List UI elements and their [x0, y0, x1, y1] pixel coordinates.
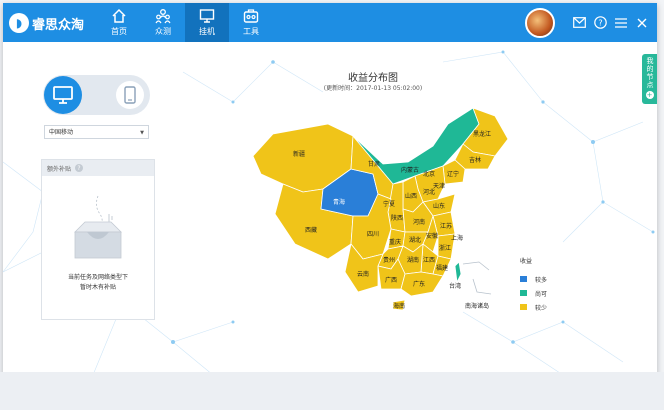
label-nanhai: 南海诸岛: [465, 302, 489, 310]
label-hebei: 河北: [423, 188, 435, 196]
label-hunan: 湖南: [407, 256, 419, 264]
legend-swatch-medium: [520, 290, 527, 296]
mobile-option[interactable]: [116, 81, 144, 109]
label-xinjiang: 新疆: [293, 150, 305, 158]
region-taiwan[interactable]: [454, 261, 462, 283]
label-neimenggu: 内蒙古: [401, 166, 419, 174]
window-shadow-area: [0, 372, 664, 410]
home-icon: [112, 8, 126, 23]
nav-item-home[interactable]: 首页: [97, 3, 141, 42]
label-ningxia: 宁夏: [383, 200, 395, 208]
label-yunnan: 云南: [357, 270, 369, 278]
label-heilongjiang: 黑龙江: [473, 130, 491, 138]
label-anhui: 安徽: [426, 232, 438, 240]
legend-item-medium: 尚可: [520, 286, 547, 300]
label-hainan: 海南: [393, 302, 405, 310]
map-update-time: (更新时间：2017-01-13 05:02:00): [323, 85, 423, 92]
carrier-select[interactable]: 中国移动 ▼: [44, 125, 149, 139]
label-hubei: 湖北: [409, 236, 421, 244]
label-guizhou: 贵州: [383, 256, 395, 264]
legend-label-medium: 尚可: [535, 290, 548, 298]
main-content: 中国移动 ▼ 额外补贴 ? 当前任务及网络类型下 暂时木有补贴 我的节点 + 收…: [3, 42, 657, 375]
bonus-panel-title: 额外补贴: [47, 165, 72, 173]
users-icon: [155, 9, 171, 24]
legend-label-low: 较少: [535, 304, 548, 312]
label-chongqing: 重庆: [389, 238, 401, 246]
label-gansu: 甘肃: [368, 160, 380, 168]
app-window: ◗ 睿思众淘 首页 众测 挂机 工具 ? 中国移动 ▼ 额外补贴 ? 当前任务及…: [3, 3, 657, 375]
label-guangxi: 广西: [385, 276, 397, 284]
monitor-icon: [199, 9, 215, 23]
label-liaoning: 辽宁: [447, 170, 459, 178]
chevron-down-icon: ▼: [140, 130, 144, 136]
logo-text: 睿思众淘: [32, 17, 85, 33]
label-zhejiang: 浙江: [439, 244, 451, 252]
plus-icon: +: [645, 91, 654, 99]
label-beijing: 北京: [423, 170, 435, 178]
label-jilin: 吉林: [469, 156, 481, 164]
my-nodes-tab[interactable]: 我的节点 +: [642, 54, 657, 104]
label-xizang: 西藏: [305, 226, 317, 234]
main-nav: 首页 众测 挂机 工具: [97, 3, 273, 42]
label-sichuan: 四川: [367, 231, 379, 238]
legend-item-low: 较少: [520, 300, 547, 314]
label-shaanxi: 陕西: [391, 214, 403, 222]
avatar[interactable]: [525, 7, 555, 38]
empty-message-line1: 当前任务及网络类型下: [67, 274, 128, 281]
titlebar-controls: ?: [525, 3, 649, 42]
device-toggle[interactable]: [43, 75, 150, 115]
pc-option[interactable]: [44, 76, 82, 114]
my-nodes-label: 我的节点: [646, 57, 654, 89]
empty-tray-icon: [74, 195, 122, 259]
menu-icon[interactable]: [614, 16, 628, 30]
legend-swatch-high: [520, 276, 527, 282]
nav-item-crowdtest[interactable]: 众测: [141, 3, 185, 42]
title-bar: ◗ 睿思众淘 首页 众测 挂机 工具 ?: [3, 3, 657, 42]
legend-label-high: 较多: [535, 276, 548, 284]
bonus-panel: 额外补贴 ? 当前任务及网络类型下 暂时木有补贴: [41, 159, 155, 320]
toolbox-icon: [243, 9, 259, 23]
china-income-map: 新疆 西藏 青海 甘肃 内蒙古 黑龙江 吉林 辽宁 北京 天津 河北 山西 山东…: [252, 107, 509, 311]
nav-item-hangup[interactable]: 挂机: [185, 3, 229, 42]
carrier-select-value: 中国移动: [49, 129, 74, 136]
label-taiwan: 台湾: [449, 282, 461, 290]
label-henan: 河南: [413, 218, 425, 226]
legend-title: 收益: [520, 258, 533, 265]
region-nanhai-inset: [462, 261, 492, 295]
label-qinghai: 青海: [333, 198, 345, 206]
dolphin-logo-icon: ◗: [9, 13, 29, 33]
empty-message-line2: 暂时木有补贴: [79, 284, 116, 291]
label-guangdong: 广东: [413, 280, 425, 288]
map-title: 收益分布图: [348, 73, 398, 84]
app-logo: ◗ 睿思众淘: [9, 10, 84, 36]
nav-label-hangup: 挂机: [199, 27, 215, 36]
nav-label-home: 首页: [111, 27, 127, 36]
svg-text:?: ?: [598, 19, 602, 28]
legend-swatch-low: [520, 304, 527, 310]
help-icon[interactable]: ?: [593, 16, 607, 30]
help-icon[interactable]: ?: [75, 164, 84, 172]
legend-item-high: 较多: [520, 272, 547, 286]
empty-message: 当前任务及网络类型下 暂时木有补贴: [42, 273, 154, 293]
phone-icon: [124, 86, 136, 104]
nav-label-crowdtest: 众测: [155, 27, 171, 36]
mail-icon[interactable]: [572, 16, 586, 30]
close-icon[interactable]: [635, 16, 649, 30]
monitor-icon: [53, 86, 73, 104]
label-jiangxi: 江西: [423, 257, 435, 264]
map-legend: 收益 较多 尚可 较少: [520, 256, 547, 314]
label-shanghai: 上海: [451, 234, 463, 242]
nav-item-tools[interactable]: 工具: [229, 3, 273, 42]
label-shandong: 山东: [433, 202, 445, 210]
label-shanxi: 山西: [405, 192, 417, 200]
bonus-panel-header: 额外补贴 ?: [42, 160, 154, 176]
label-fujian: 福建: [436, 264, 448, 272]
nav-label-tools: 工具: [243, 27, 259, 36]
label-jiangsu: 江苏: [440, 222, 452, 230]
